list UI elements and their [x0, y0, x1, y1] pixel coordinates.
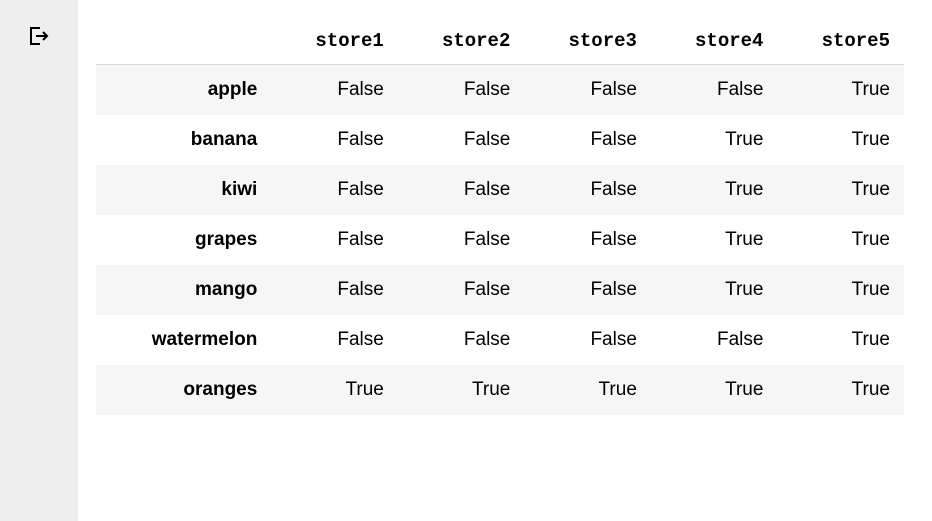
cell: False [271, 215, 398, 265]
cell: True [271, 365, 398, 415]
cell: True [651, 165, 778, 215]
cell: True [651, 215, 778, 265]
cell: False [271, 65, 398, 116]
row-header: watermelon [96, 315, 271, 365]
cell: True [777, 265, 904, 315]
output-gutter [0, 0, 78, 521]
output-content: store1 store2 store3 store4 store5 apple… [78, 0, 932, 521]
cell: False [524, 115, 651, 165]
table-row: grapes False False False True True [96, 215, 904, 265]
column-header: store3 [524, 20, 651, 65]
table-row: apple False False False False True [96, 65, 904, 116]
row-header: oranges [96, 365, 271, 415]
cell: False [398, 165, 525, 215]
cell: False [651, 315, 778, 365]
cell: True [524, 365, 651, 415]
cell: True [651, 265, 778, 315]
cell: True [398, 365, 525, 415]
table-corner [96, 20, 271, 65]
cell: False [398, 115, 525, 165]
cell: False [524, 215, 651, 265]
cell: True [651, 115, 778, 165]
cell: False [398, 315, 525, 365]
cell: False [524, 265, 651, 315]
cell: True [777, 115, 904, 165]
cell: True [777, 315, 904, 365]
cell: True [777, 215, 904, 265]
cell: False [524, 165, 651, 215]
cell: False [398, 65, 525, 116]
row-header: apple [96, 65, 271, 116]
column-header: store1 [271, 20, 398, 65]
cell: True [777, 165, 904, 215]
table-row: banana False False False True True [96, 115, 904, 165]
dataframe-table: store1 store2 store3 store4 store5 apple… [96, 20, 904, 415]
cell: False [271, 115, 398, 165]
cell: False [398, 215, 525, 265]
cell: True [777, 365, 904, 415]
cell: False [524, 315, 651, 365]
row-header: banana [96, 115, 271, 165]
row-header: grapes [96, 215, 271, 265]
cell: False [271, 265, 398, 315]
table-row: kiwi False False False True True [96, 165, 904, 215]
table-row: mango False False False True True [96, 265, 904, 315]
column-header: store4 [651, 20, 778, 65]
cell: True [651, 365, 778, 415]
column-header: store5 [777, 20, 904, 65]
cell: False [271, 315, 398, 365]
cell: False [524, 65, 651, 116]
table-header-row: store1 store2 store3 store4 store5 [96, 20, 904, 65]
cell: False [398, 265, 525, 315]
cell: True [777, 65, 904, 116]
cell: False [271, 165, 398, 215]
table-row: watermelon False False False False True [96, 315, 904, 365]
row-header: mango [96, 265, 271, 315]
column-header: store2 [398, 20, 525, 65]
row-header: kiwi [96, 165, 271, 215]
table-row: oranges True True True True True [96, 365, 904, 415]
output-icon [27, 24, 51, 54]
cell: False [651, 65, 778, 116]
